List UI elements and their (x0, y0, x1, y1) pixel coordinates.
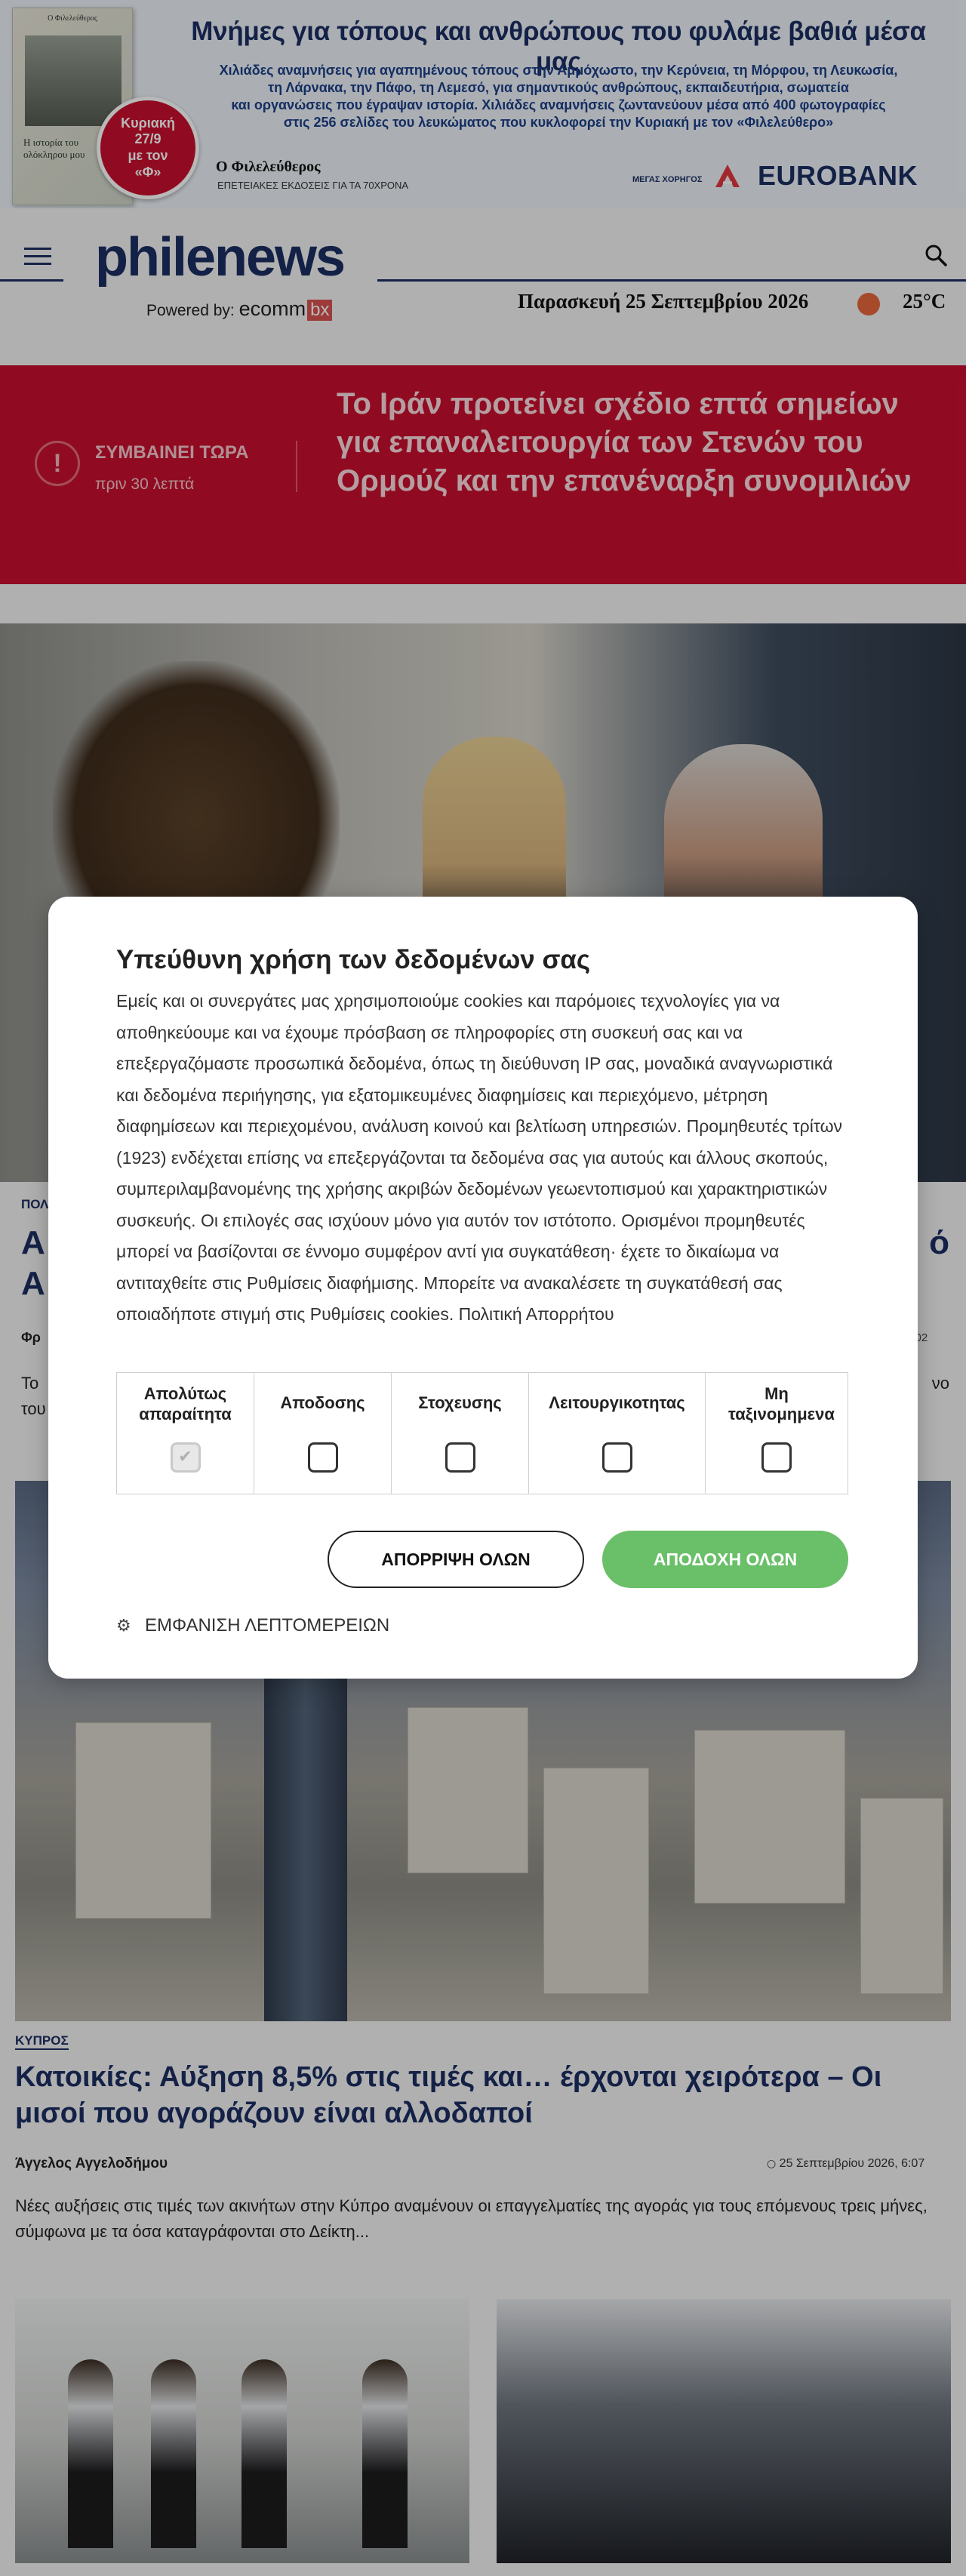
cookie-dialog-body: Εμείς και οι συνεργάτες μας χρησιμοποιού… (116, 991, 843, 1324)
consent-category-label: Στοχευσης (418, 1393, 502, 1412)
consent-categories: Απολύτως απαραίτητα Αποδοσης Στοχευσης Λ… (116, 1372, 848, 1494)
consent-category-label: Μη ταξινομημενα (728, 1384, 835, 1423)
consent-category-unclassified: Μη ταξινομημενα (706, 1373, 848, 1494)
consent-checkbox-unclassified[interactable] (761, 1442, 792, 1473)
consent-category-functionality: Λειτουργικοτητας (529, 1373, 706, 1494)
show-details-label: ΕΜΦΑΝΙΣΗ ΛΕΠΤΟΜΕΡΕΙΩΝ (145, 1615, 390, 1636)
consent-category-label: Λειτουργικοτητας (549, 1393, 685, 1412)
consent-category-label: Απολύτως απαραίτητα (139, 1384, 232, 1423)
reject-all-button[interactable]: ΑΠΟΡΡΙΨΗ ΟΛΩΝ (328, 1531, 584, 1588)
consent-category-necessary: Απολύτως απαραίτητα (117, 1373, 254, 1494)
consent-category-performance: Αποδοσης (254, 1373, 392, 1494)
consent-checkbox-performance[interactable] (307, 1442, 338, 1473)
page: Ο Φιλελεύθερος Η ιστορία του ολόκληρου μ… (0, 0, 966, 2576)
cookie-consent-dialog: Υπεύθυνη χρήση των δεδομένων σας Εμείς κ… (48, 897, 918, 1679)
gear-icon: ⚙ (116, 1617, 131, 1636)
consent-checkbox-necessary (170, 1442, 201, 1473)
consent-category-targeting: Στοχευσης (392, 1373, 529, 1494)
accept-all-button[interactable]: ΑΠΟΔΟΧΗ ΟΛΩΝ (602, 1531, 848, 1588)
consent-checkbox-functionality[interactable] (601, 1442, 632, 1473)
show-details-link[interactable]: ⚙ ΕΜΦΑΝΙΣΗ ΛΕΠΤΟΜΕΡΕΙΩΝ (116, 1615, 389, 1636)
consent-checkbox-targeting[interactable] (445, 1442, 475, 1473)
cookie-dialog-title: Υπεύθυνη χρήση των δεδομένων σας (116, 945, 591, 974)
consent-category-label: Αποδοσης (280, 1393, 365, 1412)
